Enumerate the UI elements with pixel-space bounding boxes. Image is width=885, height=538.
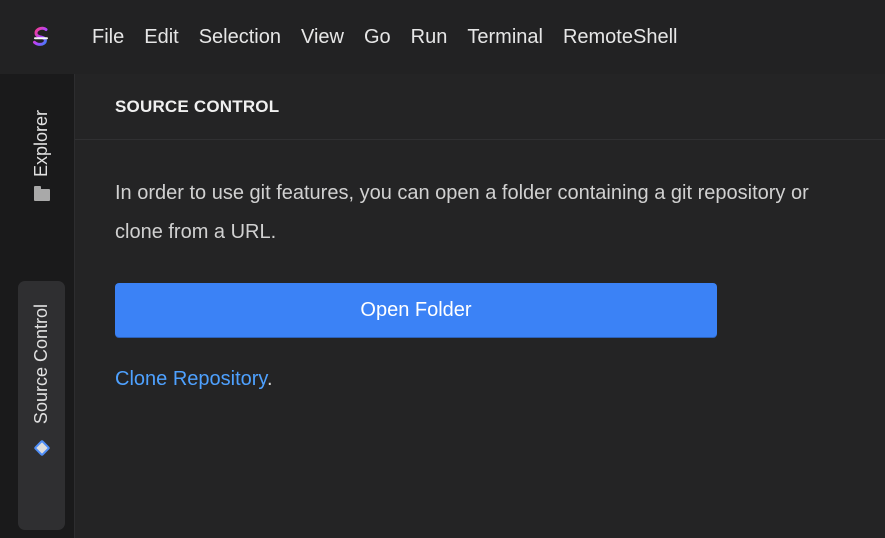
menu-run[interactable]: Run	[401, 0, 458, 74]
source-control-panel: SOURCE CONTROL In order to use git featu…	[74, 74, 885, 538]
menu-go[interactable]: Go	[354, 0, 401, 74]
panel-body: In order to use git features, you can op…	[75, 140, 885, 391]
open-folder-button[interactable]: Open Folder	[115, 283, 717, 338]
menu-view[interactable]: View	[291, 0, 354, 74]
explorer-tab[interactable]: Explorer	[18, 104, 65, 260]
menu-terminal[interactable]: Terminal	[457, 0, 553, 74]
folder-icon	[33, 186, 50, 202]
app-logo-icon	[33, 26, 48, 46]
explorer-tab-label: Explorer	[31, 110, 51, 178]
panel-title: SOURCE CONTROL	[115, 96, 280, 116]
git-message: In order to use git features, you can op…	[115, 182, 809, 243]
panel-header: SOURCE CONTROL	[75, 74, 885, 140]
menu-edit[interactable]: Edit	[134, 0, 188, 74]
clone-repository-link[interactable]: Clone Repository	[115, 368, 267, 390]
clone-line: Clone Repository.	[115, 368, 885, 391]
source-control-tab-label: Source Control	[31, 304, 51, 425]
menu-file[interactable]: File	[82, 0, 134, 74]
app-logo[interactable]	[0, 0, 82, 74]
source-control-tab[interactable]: Source Control	[18, 281, 65, 530]
activity-bar: Explorer Source Control	[0, 74, 74, 538]
git-icon	[33, 439, 50, 457]
menu-bar: File Edit Selection View Go Run Terminal…	[0, 0, 885, 74]
clone-suffix: .	[266, 368, 273, 390]
main-menu: File Edit Selection View Go Run Terminal…	[82, 0, 687, 74]
menu-remoteshell[interactable]: RemoteShell	[553, 0, 688, 74]
menu-selection[interactable]: Selection	[189, 0, 291, 74]
